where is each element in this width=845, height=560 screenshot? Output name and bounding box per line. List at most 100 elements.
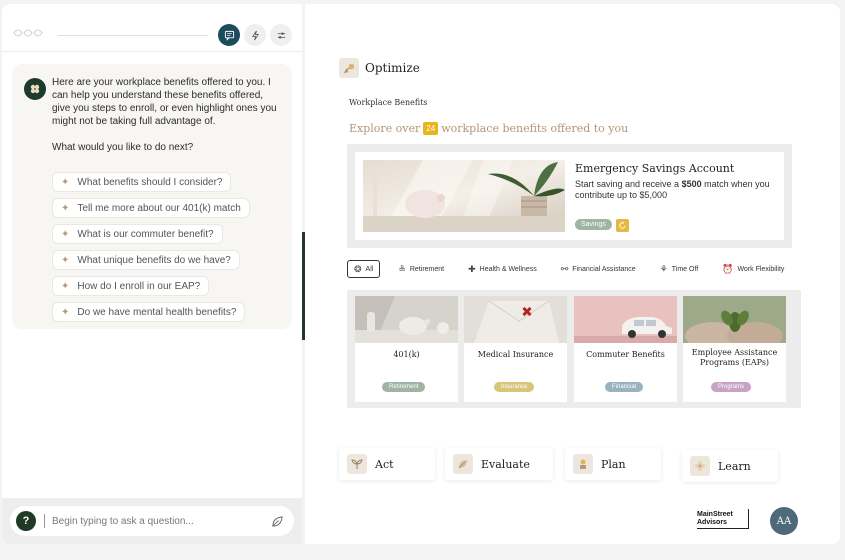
explore-suffix: workplace benefits offered to you [441, 122, 629, 135]
input-separator [44, 514, 45, 528]
benefit-card-medical-insurance[interactable]: Medical Insurance Insurance [464, 296, 567, 402]
bolt-icon [251, 30, 259, 40]
chat-panel: Here are your workplace benefits offered… [2, 4, 302, 544]
sliders-icon [277, 32, 285, 38]
hand-money-icon: ⚯ [560, 263, 569, 274]
refresh-icon[interactable] [616, 219, 629, 232]
filter-retirement[interactable]: ≗ Retirement [392, 260, 450, 278]
benefit-name: Commuter Benefits [586, 350, 665, 359]
chat-mode-button[interactable] [218, 24, 240, 46]
assistant-message: Here are your workplace benefits offered… [12, 64, 292, 329]
nav-label: Evaluate [481, 457, 530, 471]
sparkle-icon: ✦ [61, 202, 70, 214]
nav-label: Plan [601, 457, 626, 471]
sprout-icon [347, 454, 367, 474]
explore-prefix: Explore over [349, 122, 421, 135]
nav-card-act[interactable]: Act [339, 448, 435, 480]
suggestion-label: What unique benefits do we have? [77, 254, 231, 266]
benefit-image [464, 296, 567, 343]
sparkle-icon: ✦ [61, 176, 70, 188]
suggestion-chip[interactable]: ✦ Tell me more about our 401(k) match [52, 198, 250, 218]
chat-toolbar [2, 4, 302, 52]
palm-tree-icon: ⚘ [659, 263, 668, 274]
chat-icon [224, 30, 234, 41]
logo-line-2: Advisors [697, 519, 727, 526]
benefit-name: Employee Assistance Programs (EAPs) [691, 348, 778, 367]
benefits-count-badge: 24 [423, 122, 439, 135]
suggestion-chip[interactable]: ✦ What is our commuter benefit? [52, 224, 223, 244]
featured-benefit-section: Emergency Savings Account Start saving a… [347, 144, 792, 248]
featured-title: Emergency Savings Account [575, 162, 735, 175]
suggestion-chip[interactable]: ✦ What unique benefits do we have? [52, 250, 240, 270]
flower-pot-icon [573, 454, 593, 474]
filter-label: Financial Assistance [572, 265, 636, 273]
sparkle-icon: ✦ [61, 254, 70, 266]
chat-input-bar: ? [2, 498, 302, 544]
benefit-card-eap[interactable]: Employee Assistance Programs (EAPs) Prog… [683, 296, 786, 402]
filter-label: Health & Wellness [479, 265, 537, 273]
quick-actions-button[interactable] [244, 24, 266, 46]
help-icon[interactable]: ? [16, 511, 36, 531]
match-amount: $500 [681, 179, 702, 189]
filter-health-wellness[interactable]: ✚ Health & Wellness [462, 260, 543, 278]
featured-description: Start saving and receive a $500 match wh… [575, 179, 780, 201]
category-tag: Retirement [382, 382, 426, 392]
sparkle-icon: ✦ [61, 228, 70, 240]
assistant-intro-text: Here are your workplace benefits offered… [52, 77, 277, 127]
filter-label: Retirement [409, 265, 445, 273]
nav-card-learn[interactable]: Learn [682, 450, 778, 482]
nav-card-plan[interactable]: Plan [565, 448, 661, 480]
leaves-logo-icon [13, 29, 43, 37]
benefit-image [574, 296, 677, 343]
benefit-name: Medical Insurance [477, 350, 554, 359]
suggestion-chip[interactable]: ✦ Do we have mental health benefits? [52, 302, 246, 322]
health-cross-icon: ✚ [468, 263, 476, 274]
suggestion-chip[interactable]: ✦ How do I enroll in our EAP? [52, 276, 210, 296]
filter-financial-assistance[interactable]: ⚯ Financial Assistance [555, 260, 642, 278]
nav-card-evaluate[interactable]: Evaluate [445, 448, 553, 480]
suggestion-chip[interactable]: ✦ What benefits should I consider? [52, 172, 232, 192]
category-tag: Savings [575, 219, 612, 230]
clock-icon: ⏰ [722, 263, 734, 274]
category-tag: Programs [711, 382, 752, 392]
toolbar-divider [58, 35, 208, 36]
assistant-question-text: What would you like to do next? [52, 142, 194, 153]
ask-box: ? [10, 506, 294, 536]
filter-label: Time Off [671, 265, 699, 273]
benefit-card-commuter-benefits[interactable]: Commuter Benefits Financial [574, 296, 677, 402]
flower-icon [690, 456, 710, 476]
filter-all[interactable]: ❂ All [347, 260, 381, 278]
suggestion-label: Do we have mental health benefits? [77, 306, 237, 318]
filter-time-off[interactable]: ⚘ Time Off [654, 260, 705, 278]
assistant-avatar [24, 78, 46, 100]
suggestion-label: What benefits should I consider? [77, 176, 223, 188]
clover-icon [30, 84, 40, 94]
nav-label: Learn [718, 459, 751, 473]
suggestion-label: How do I enroll in our EAP? [77, 280, 201, 292]
benefit-card-401k[interactable]: 401(k) Retirement [355, 296, 458, 402]
subheading: Workplace Benefits [349, 98, 428, 107]
all-icon: ❂ [354, 263, 362, 274]
benefit-name: 401(k) [393, 350, 420, 359]
featured-benefit-card[interactable]: Emergency Savings Account Start saving a… [355, 152, 784, 240]
suggestion-label: Tell me more about our 401(k) match [77, 202, 241, 214]
sparkle-icon: ✦ [61, 306, 70, 318]
logo-line-1: MainStreet [697, 511, 733, 518]
settings-sliders-button[interactable] [270, 24, 292, 46]
explore-heading: Explore over 24 workplace benefits offer… [349, 122, 628, 135]
suggestion-label: What is our commuter benefit? [77, 228, 214, 240]
section-title: Optimize [365, 61, 420, 75]
filter-label: All [365, 265, 374, 273]
category-tag: Insurance [494, 382, 535, 392]
benefit-image [683, 296, 786, 343]
filter-label: Work Flexibility [737, 265, 785, 273]
category-filters: ❂ All ≗ Retirement ✚ Health & Wellness ⚯ Fin… [347, 260, 790, 278]
ask-question-input[interactable] [52, 515, 252, 527]
filter-work-flexibility[interactable]: ⏰ Work Flexibility [716, 260, 790, 278]
user-avatar[interactable]: AA [770, 507, 798, 535]
benefit-cards-grid: 401(k) Retirement Medical Insurance Insu… [347, 290, 801, 408]
category-tag: Financial [605, 382, 644, 392]
nav-label: Act [375, 457, 394, 471]
optimize-icon [339, 58, 359, 78]
leaf-send-icon[interactable] [271, 515, 284, 528]
